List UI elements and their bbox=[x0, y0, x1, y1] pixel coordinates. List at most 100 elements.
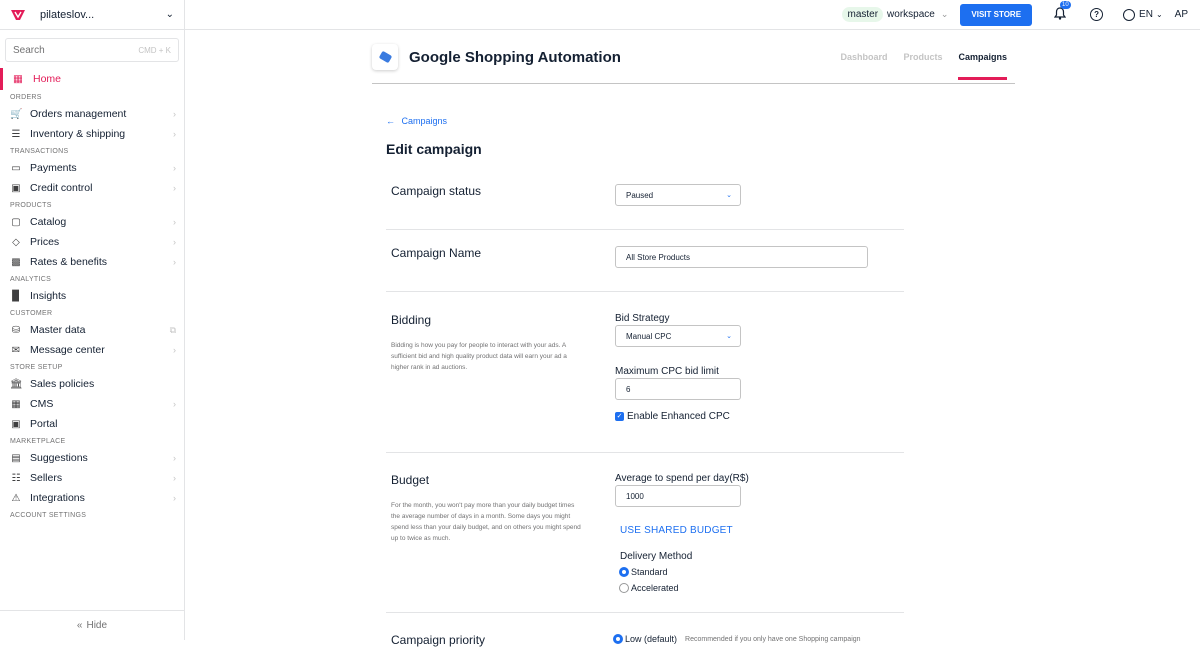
sidebar-item-label: Rates & benefits bbox=[30, 256, 108, 268]
hide-sidebar-button[interactable]: « Hide bbox=[0, 610, 184, 640]
max-cpc-input[interactable]: 6 bbox=[615, 378, 741, 400]
section-title-orders: ORDERS bbox=[10, 93, 42, 101]
name-input[interactable]: All Store Products bbox=[615, 246, 868, 268]
chevron-down-icon[interactable]: ⌄ bbox=[941, 9, 949, 20]
radio-unselected-icon bbox=[619, 583, 629, 593]
chevron-down-icon: ⌄ bbox=[726, 192, 732, 199]
sidebar-item-label: Sales policies bbox=[30, 378, 95, 390]
sidebar-item-cms[interactable]: ▦ CMS › bbox=[0, 394, 184, 414]
tab-products[interactable]: Products bbox=[903, 52, 942, 80]
priority-low-label: Low (default) bbox=[625, 634, 678, 644]
chevron-right-icon: › bbox=[173, 129, 176, 139]
back-link[interactable]: ← Campaigns bbox=[386, 116, 447, 126]
cart-icon: 🛒 bbox=[10, 108, 23, 120]
notification-count-badge: 10 bbox=[1060, 0, 1071, 9]
globe-icon bbox=[1123, 8, 1136, 21]
avg-spend-input[interactable]: 1000 bbox=[615, 485, 741, 507]
sidebar-item-sellers[interactable]: ☷ Sellers › bbox=[0, 468, 184, 488]
enhanced-cpc-label: Enable Enhanced CPC bbox=[627, 411, 730, 422]
sidebar: pilateslov... ⌄ Search CMD + K ▦ Home OR… bbox=[0, 0, 185, 640]
name-label: Campaign Name bbox=[391, 246, 482, 260]
chevron-right-icon: › bbox=[173, 109, 176, 119]
language-selector[interactable]: EN ⌄ bbox=[1123, 8, 1163, 21]
status-label: Campaign status bbox=[391, 184, 482, 198]
inventory-icon: ☰ bbox=[11, 128, 21, 140]
chart-icon: ▉ bbox=[12, 290, 20, 302]
sidebar-item-master-data[interactable]: ⛁ Master data ⧉ bbox=[0, 320, 184, 340]
workspace-badge[interactable]: master bbox=[842, 7, 884, 22]
back-link-label: Campaigns bbox=[401, 116, 448, 126]
budget-description: For the month, you won't pay more than y… bbox=[391, 502, 581, 542]
sidebar-item-integrations[interactable]: ⚠ Integrations › bbox=[0, 488, 184, 508]
chevron-down-icon: ⌄ bbox=[1155, 10, 1163, 19]
sidebar-item-inventory-shipping[interactable]: ☰ Inventory & shipping › bbox=[0, 124, 184, 144]
app-icon bbox=[372, 44, 398, 70]
help-icon[interactable]: ? bbox=[1090, 8, 1104, 21]
sidebar-item-orders-management[interactable]: 🛒 Orders management › bbox=[0, 104, 184, 124]
bidding-label: Bidding bbox=[391, 313, 432, 327]
chevron-right-icon: › bbox=[173, 399, 176, 409]
topbar: master workspace ⌄ VISIT STORE 10 ? EN ⌄… bbox=[185, 0, 1200, 30]
arrow-left-icon: ← bbox=[386, 116, 395, 126]
app-title: Google Shopping Automation bbox=[409, 49, 621, 66]
chevron-right-icon: › bbox=[173, 473, 176, 483]
chevron-right-icon: › bbox=[173, 453, 176, 463]
form-row-name: Campaign Name All Store Products bbox=[386, 230, 904, 292]
delivery-accelerated-radio[interactable]: Accelerated bbox=[619, 583, 679, 593]
section-title-account-settings: ACCOUNT SETTINGS bbox=[10, 511, 87, 519]
section-title-store-setup: STORE SETUP bbox=[10, 363, 63, 371]
bidding-description: Bidding is how you pay for people to int… bbox=[391, 342, 567, 371]
sidebar-item-label: Message center bbox=[30, 344, 105, 356]
user-avatar[interactable]: AP bbox=[1175, 9, 1188, 20]
external-link-icon: ⧉ bbox=[169, 324, 176, 335]
max-cpc-label: Maximum CPC bid limit bbox=[615, 366, 719, 377]
notifications-button[interactable]: 10 bbox=[1053, 0, 1071, 23]
sidebar-item-catalog[interactable]: ▢ Catalog › bbox=[0, 212, 184, 232]
enhanced-cpc-checkbox[interactable]: ✓ Enable Enhanced CPC bbox=[615, 411, 730, 422]
layout-icon: ▦ bbox=[11, 398, 21, 410]
sidebar-item-insights[interactable]: ▉ Insights bbox=[0, 286, 184, 306]
sidebar-item-home[interactable]: ▦ Home bbox=[0, 68, 184, 90]
sidebar-item-portal[interactable]: ▣ Portal bbox=[0, 414, 184, 434]
bid-strategy-select[interactable]: Manual CPC ⌄ bbox=[615, 325, 741, 347]
sidebar-item-message-center[interactable]: ✉ Message center › bbox=[0, 340, 184, 360]
priority-low-radio[interactable]: Low (default) Recommended if you only ha… bbox=[613, 634, 861, 644]
budget-label: Budget bbox=[391, 473, 430, 487]
sidebar-item-prices[interactable]: ◇ Prices › bbox=[0, 232, 184, 252]
priority-note: Recommended if you only have one Shoppin… bbox=[685, 635, 861, 643]
workspace-label: workspace bbox=[887, 9, 935, 20]
bid-strategy-value: Manual CPC bbox=[626, 331, 672, 341]
sidebar-item-label: Home bbox=[33, 73, 62, 85]
tag-icon bbox=[378, 50, 392, 64]
tab-dashboard[interactable]: Dashboard bbox=[840, 52, 887, 80]
visit-store-button[interactable]: VISIT STORE bbox=[960, 3, 1033, 26]
delivery-standard-label: Standard bbox=[631, 567, 668, 577]
sidebar-item-label: Suggestions bbox=[30, 452, 88, 464]
sidebar-item-sales-policies[interactable]: 🏛 Sales policies bbox=[0, 374, 184, 394]
radio-selected-icon bbox=[619, 567, 629, 577]
sidebar-item-rates-benefits[interactable]: ▩ Rates & benefits › bbox=[0, 252, 184, 272]
chevron-right-icon: › bbox=[173, 493, 176, 503]
credit-card-icon: ▭ bbox=[11, 162, 21, 174]
status-select[interactable]: Paused ⌄ bbox=[615, 184, 741, 206]
sidebar-item-payments[interactable]: ▭ Payments › bbox=[0, 158, 184, 178]
app-header: Google Shopping Automation Dashboard Pro… bbox=[372, 44, 1015, 84]
avg-spend-label: Average to spend per day(R$) bbox=[615, 473, 749, 484]
sidebar-item-label: Payments bbox=[30, 162, 77, 174]
sidebar-item-credit-control[interactable]: ▣ Credit control › bbox=[0, 178, 184, 198]
chevron-right-icon: › bbox=[173, 237, 176, 247]
section-title-marketplace: MARKETPLACE bbox=[10, 437, 66, 445]
sidebar-item-suggestions[interactable]: ▤ Suggestions › bbox=[0, 448, 184, 468]
search-input[interactable]: Search CMD + K bbox=[5, 38, 179, 62]
search-placeholder: Search bbox=[13, 44, 45, 56]
language-label: EN bbox=[1139, 9, 1153, 20]
radio-selected-icon bbox=[613, 634, 623, 644]
store-icon: ▦ bbox=[13, 73, 23, 85]
tag-icon: ◇ bbox=[12, 236, 20, 248]
use-shared-budget-button[interactable]: USE SHARED BUDGET bbox=[620, 525, 733, 536]
database-icon: ⛁ bbox=[11, 324, 21, 336]
delivery-standard-radio[interactable]: Standard bbox=[619, 567, 668, 577]
tab-campaigns[interactable]: Campaigns bbox=[958, 52, 1007, 80]
account-switcher[interactable]: pilateslov... ⌄ bbox=[0, 0, 184, 30]
section-title-products: PRODUCTS bbox=[10, 201, 52, 209]
